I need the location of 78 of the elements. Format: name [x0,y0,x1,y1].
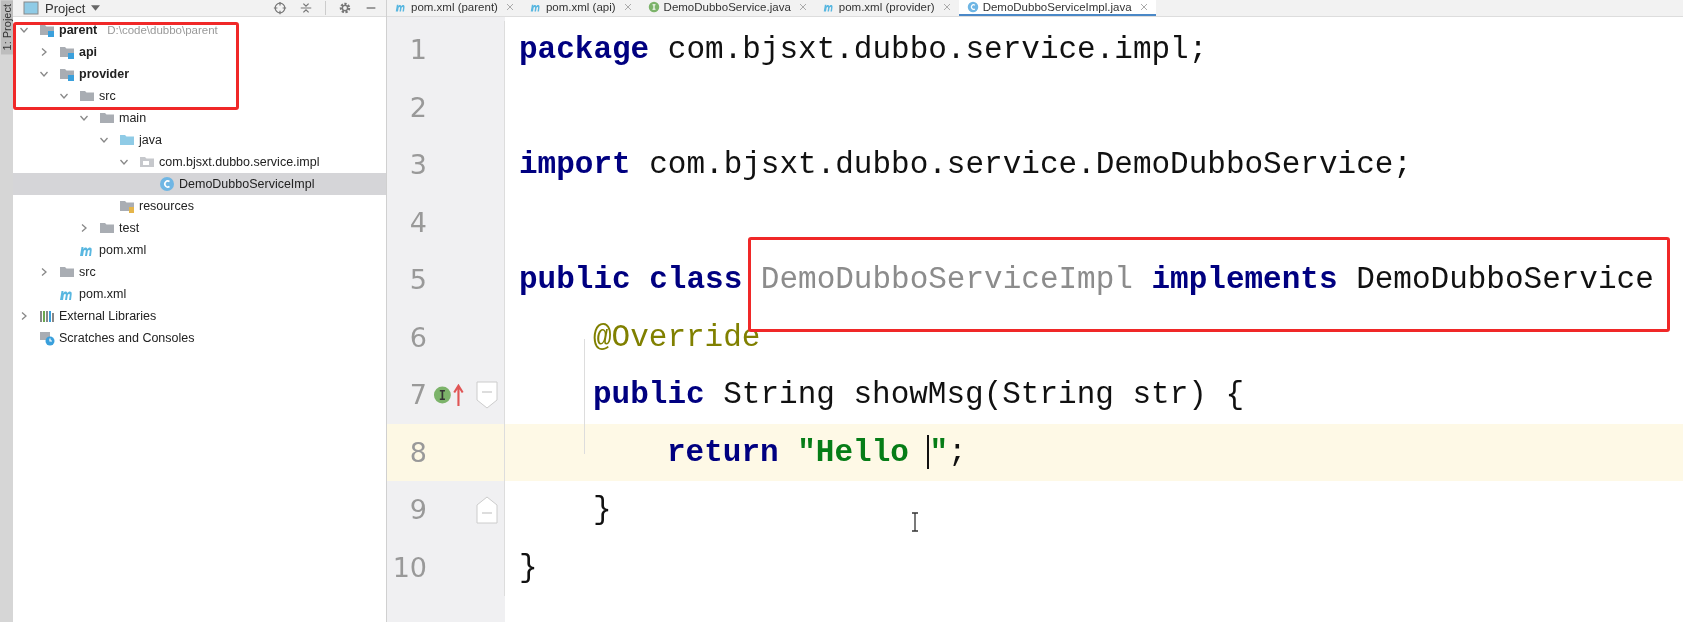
tree-item[interactable]: parent D:\code\dubbo\parent [13,19,386,41]
tree-item[interactable]: java [13,129,386,151]
line-number: 5 [408,264,427,296]
editor-tab[interactable]: pom.xml (api) [521,0,640,16]
chevron-right-icon[interactable] [39,267,49,277]
line-number: 2 [408,91,427,123]
fold-start-icon[interactable] [476,380,498,409]
chevron-right-icon[interactable] [19,311,29,321]
code-line: public class DemoDubboServiceImpl implements DemoDubboService [519,262,1654,298]
panel-title[interactable]: Project [45,0,86,16]
tree-item[interactable]: pom.xml [13,283,386,305]
line-number: 6 [408,321,427,353]
code-line: package com.bjsxt.dubbo.service.impl; [519,32,1208,68]
libraries-icon [39,308,55,324]
code-line: } [519,549,538,585]
editor-tab[interactable]: pom.xml (provider) [814,0,959,16]
tree-item[interactable]: DemoDubboServiceImpl [13,173,386,195]
scratches-icon [39,330,55,346]
settings-icon[interactable] [338,1,352,15]
package-icon [139,154,155,170]
text-cursor-icon [910,512,920,532]
path-hint: D:\code\dubbo\parent [107,24,218,36]
code-line: return "Hello "; [667,434,967,470]
editor-tab[interactable]: DemoDubboServiceImpl.java [958,0,1156,16]
line-number: 9 [408,494,427,526]
line-number: 10 [391,551,427,583]
editor-tab[interactable]: pom.xml (parent) [387,0,522,16]
class-icon [966,1,979,13]
editor-tab[interactable]: DemoDubboService.java [639,0,815,16]
class-icon [159,176,175,192]
tree-item[interactable]: pom.xml [13,239,386,261]
close-icon[interactable] [1139,3,1148,11]
tree-item[interactable]: main [13,107,386,129]
line-number: 3 [408,149,427,181]
code-line: import com.bjsxt.dubbo.service.DemoDubboService; [519,147,1412,183]
tree-item[interactable]: provider [13,63,386,85]
line-number: 1 [408,34,427,66]
tree-item[interactable]: Scratches and Consoles [13,327,386,349]
folder-icon [59,264,75,280]
line-number: 7 [408,379,427,411]
close-icon[interactable] [942,3,951,11]
chevron-right-icon[interactable] [79,223,89,233]
tree-item[interactable]: src [13,261,386,283]
window-icon [23,0,39,16]
line-number: 4 [408,206,427,238]
tree-item[interactable]: test [13,217,386,239]
tree-item[interactable]: src [13,85,386,107]
folder-icon [99,220,115,236]
folder-icon [119,198,135,214]
folder-icon [79,88,95,104]
close-icon[interactable] [798,3,807,11]
target-icon[interactable] [273,1,287,15]
code-line: @Override [593,319,761,355]
folder-icon [59,66,75,82]
chevron-down-icon[interactable] [39,69,49,79]
folder-icon [99,110,115,126]
close-icon[interactable] [505,3,514,11]
collapse-icon[interactable] [299,1,313,15]
folder-icon [39,22,55,38]
chevron-down-icon[interactable] [19,25,29,35]
interface-icon [647,1,660,13]
folder-icon [59,44,75,60]
line-number: 8 [408,436,427,468]
tree-item[interactable]: External Libraries [13,305,386,327]
close-icon[interactable] [623,3,632,11]
chevron-down-icon[interactable] [79,113,89,123]
tree-item[interactable]: com.bjsxt.dubbo.service.impl [13,151,386,173]
tree-item[interactable]: resources [13,195,386,217]
folder-icon [119,132,135,148]
project-tool-tab[interactable]: 1: Project [0,0,13,55]
code-line: public String showMsg(String str) { [593,377,1245,413]
chevron-right-icon[interactable] [39,47,49,57]
code-line: } [593,492,612,528]
caret-icon[interactable] [91,5,101,11]
tree-item[interactable]: api [13,41,386,63]
chevron-down-icon[interactable] [99,135,109,145]
chevron-down-icon[interactable] [59,91,69,101]
chevron-down-icon[interactable] [119,157,129,167]
